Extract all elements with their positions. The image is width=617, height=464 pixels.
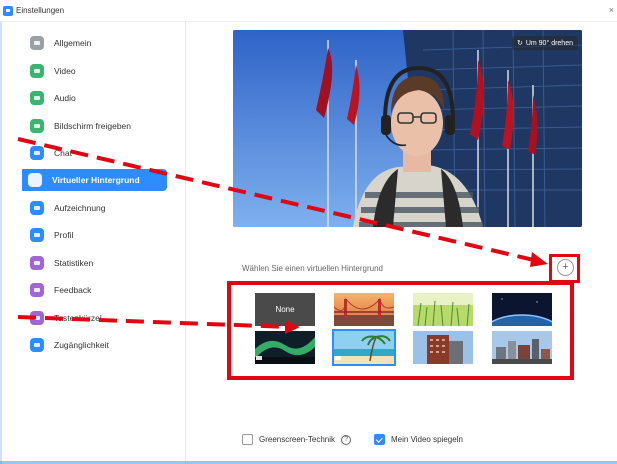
record-icon (30, 201, 44, 215)
sidebar-item-feedback[interactable]: Feedback (24, 279, 167, 301)
sidebar-item-label: Video (54, 66, 76, 76)
background-section-label: Wählen Sie einen virtuellen Hintergrund (242, 264, 383, 273)
background-grid-highlight-box (227, 281, 574, 380)
sidebar-item-statistiken[interactable]: Statistiken (24, 252, 167, 274)
sidebar-item-label: Bildschirm freigeben (54, 121, 132, 131)
accessibility-icon (30, 338, 44, 352)
sidebar-item-video[interactable]: Video (24, 60, 167, 82)
sidebar-item-profil[interactable]: Profil (24, 224, 167, 246)
sidebar-item-label: Allgemein (54, 38, 92, 48)
rotate-button[interactable]: ↻ Um 90° drehen (511, 36, 578, 50)
greenscreen-label: Greenscreen-Technik (259, 435, 336, 444)
sidebar-item-bildschirm-freigeben[interactable]: Bildschirm freigeben (24, 115, 167, 137)
add-button-highlight-box (549, 254, 580, 283)
mirror-video-label: Mein Video spiegeln (391, 435, 463, 444)
chat-bubble-icon (30, 146, 44, 160)
close-icon[interactable]: × (609, 5, 614, 15)
rotate-icon: ↻ (516, 40, 523, 47)
preview-image (233, 30, 582, 227)
virtual-background-icon (28, 173, 42, 187)
window-title: Einstellungen (16, 6, 65, 15)
statistics-icon (30, 256, 44, 270)
greenscreen-option[interactable]: Greenscreen-Technik ? (242, 434, 352, 445)
title-bar: Einstellungen × (0, 0, 617, 22)
sidebar-item-aufzeichnung[interactable]: Aufzeichnung (24, 197, 167, 219)
annotation-arrowhead-add (530, 252, 548, 267)
sidebar-item-label: Feedback (54, 285, 92, 295)
mirror-video-checkbox[interactable] (374, 434, 385, 445)
sidebar-item-label: Audio (54, 93, 76, 103)
sidebar-item-zugänglichkeit[interactable]: Zugänglichkeit (24, 334, 167, 356)
sidebar-item-label: Zugänglichkeit (54, 340, 109, 350)
sidebar-item-virtueller-hintergrund[interactable]: Virtueller Hintergrund (22, 169, 167, 191)
camera-preview: ↻ Um 90° drehen (233, 30, 582, 227)
profile-icon (30, 228, 44, 242)
mirror-video-option[interactable]: Mein Video spiegeln (374, 434, 463, 445)
gear-icon (30, 36, 44, 50)
sidebar-item-label: Aufzeichnung (54, 203, 106, 213)
sidebar-item-label: Profil (54, 230, 74, 240)
sidebar-item-chat[interactable]: Chat (24, 142, 167, 164)
rotate-label: Um 90° drehen (525, 39, 573, 47)
help-icon[interactable]: ? (341, 434, 352, 445)
settings-sidebar: Allgemein Video Audio Bildschirm freigeben C… (0, 22, 186, 464)
sidebar-item-allgemein[interactable]: Allgemein (24, 32, 167, 54)
headphones-icon (30, 91, 44, 105)
greenscreen-checkbox[interactable] (242, 434, 253, 445)
sidebar-item-label: Chat (54, 148, 72, 158)
video-camera-icon (30, 64, 44, 78)
sidebar-item-label: Tastenkürzel (54, 313, 102, 323)
screen-share-icon (30, 119, 44, 133)
sidebar-item-tastenkürzel[interactable]: Tastenkürzel (24, 307, 167, 329)
zoom-app-icon (3, 5, 13, 16)
window-left-edge (0, 22, 2, 464)
sidebar-item-audio[interactable]: Audio (24, 87, 167, 109)
sidebar-item-label: Statistiken (54, 258, 94, 268)
sidebar-item-label: Virtueller Hintergrund (52, 175, 140, 185)
keyboard-icon (30, 311, 44, 325)
feedback-icon (30, 283, 44, 297)
